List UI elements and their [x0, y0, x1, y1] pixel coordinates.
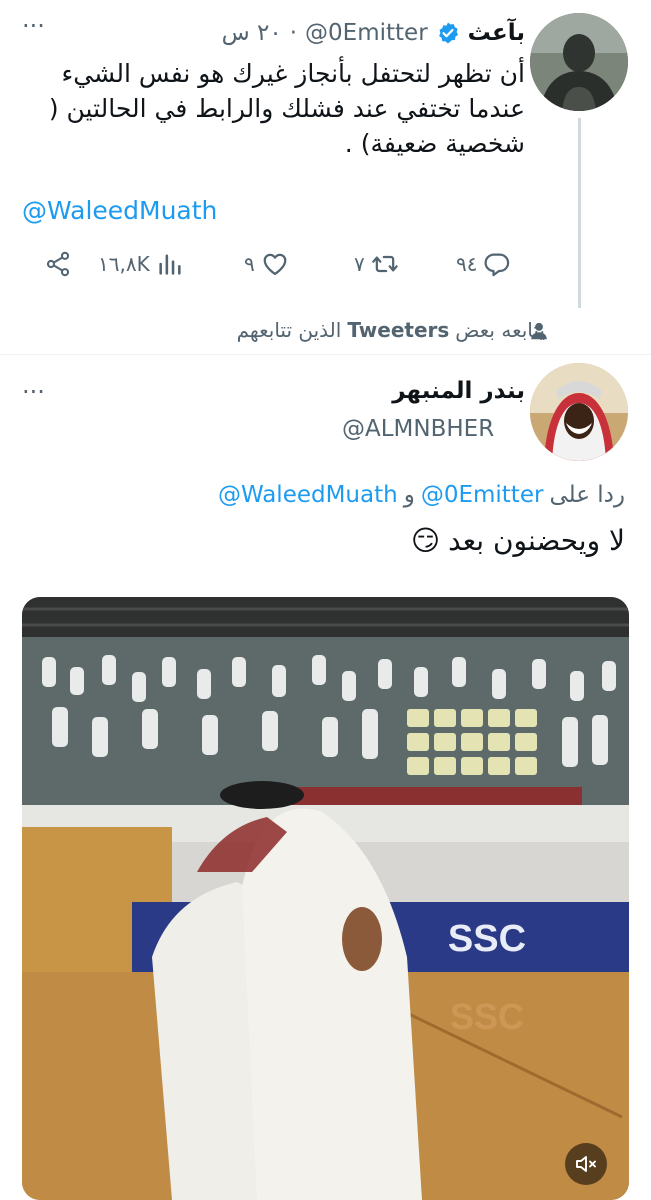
tweet-text: لا ويحضنون بعد 😏 — [410, 524, 625, 557]
author-name[interactable]: بآعث — [468, 20, 525, 46]
author-handle[interactable]: @0Emitter — [305, 20, 428, 46]
retweets-count: ٧ — [354, 252, 365, 276]
more-options-icon[interactable]: ··· — [22, 380, 45, 404]
smirk-emoji: 😏 — [410, 524, 441, 557]
replies-count: ٩٤ — [456, 252, 478, 276]
verified-badge-icon — [438, 22, 458, 44]
social-context: يتابعه بعض Tweeters الذين تتابعهم — [236, 318, 545, 342]
muted-speaker-icon — [576, 1156, 596, 1172]
person-icon — [531, 322, 547, 340]
likes-count: ٩ — [244, 252, 255, 276]
reply-bubble-icon — [485, 253, 510, 277]
author-avatar[interactable] — [530, 13, 628, 111]
retweet-icon — [371, 255, 398, 273]
mention-link[interactable]: @WaleedMuath — [22, 196, 217, 225]
author-handle[interactable]: @ALMNBHER — [342, 416, 494, 442]
views-count: ١٦,٨K — [98, 252, 150, 276]
tweet-time[interactable]: ٢٠ س — [222, 20, 282, 46]
share-icon — [46, 251, 70, 277]
like-button[interactable]: ٩ — [244, 248, 289, 280]
heart-icon — [263, 253, 287, 276]
floor-ssc-text: SSC — [450, 996, 524, 1037]
mention-link[interactable]: @0Emitter — [421, 482, 544, 508]
tweet-header: بآعث @0Emitter · ٢٠ س — [221, 20, 525, 46]
thread-line — [578, 118, 581, 308]
author-name[interactable]: بندر المنبهر — [392, 378, 525, 404]
banner-ssc-text: SSC — [448, 918, 526, 960]
share-button[interactable] — [44, 248, 72, 280]
views-chart-icon — [159, 254, 181, 275]
tweet-video[interactable]: SSC SSC — [22, 597, 629, 1200]
mute-button[interactable] — [565, 1143, 607, 1185]
replying-to: ردا على @0Emitter و @WaleedMuath — [217, 482, 625, 508]
retweet-button[interactable]: ٧ — [354, 248, 399, 280]
tweet-text: أن تظهر لتحتفل بأنجاز غيرك هو نفس الشيء … — [48, 59, 525, 158]
mention-link[interactable]: @WaleedMuath — [218, 482, 398, 508]
reply-button[interactable]: ٩٤ — [456, 248, 511, 280]
divider — [0, 354, 651, 355]
author-avatar[interactable] — [530, 363, 628, 461]
more-options-icon[interactable]: ··· — [22, 14, 45, 38]
views-button[interactable]: ١٦,٨K — [98, 248, 184, 280]
